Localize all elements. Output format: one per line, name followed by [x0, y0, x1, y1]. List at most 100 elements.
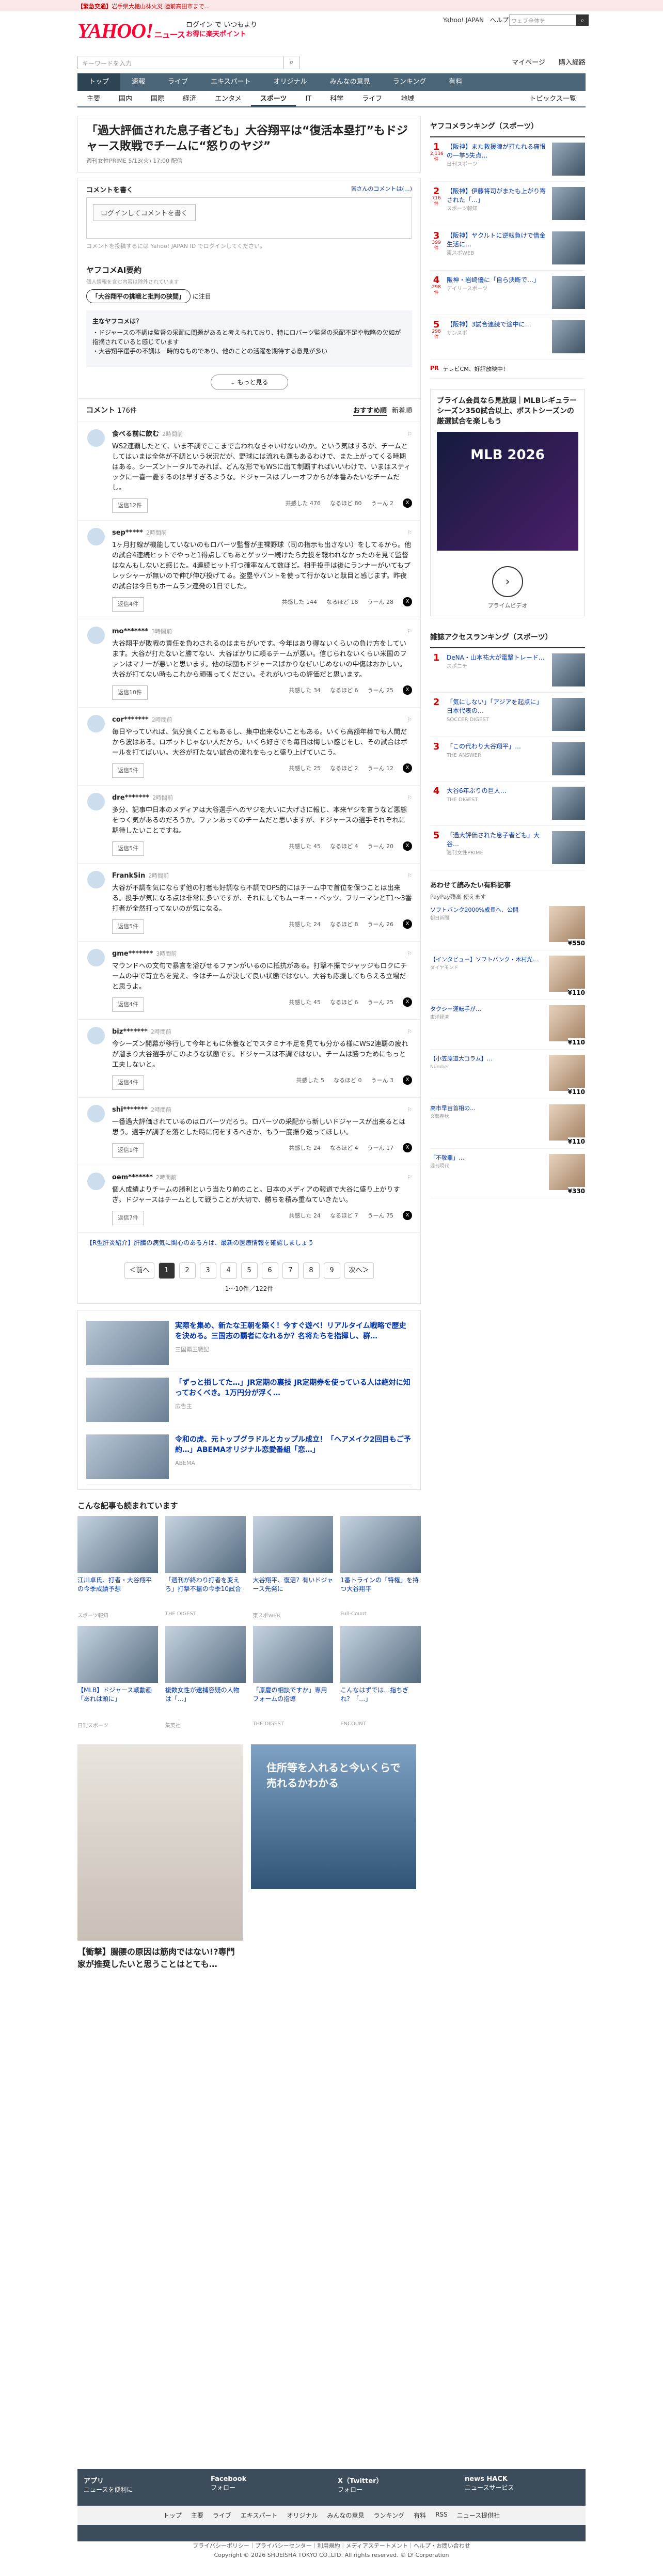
ranking-item[interactable]: 2 716件 【阪神】伊藤将司がまたも上がり寄された「…」 スポーツ報知 — [430, 182, 585, 226]
pager-page[interactable]: 8 — [303, 1262, 320, 1279]
insight-button[interactable]: なるほど 4 — [330, 841, 358, 856]
avatar[interactable] — [87, 429, 105, 447]
related-item[interactable]: 1番トラインの「特権」を持つ大谷翔平 Full-Count — [340, 1516, 421, 1619]
avatar[interactable] — [87, 715, 105, 732]
x-share-icon[interactable]: X — [403, 597, 412, 606]
ai-summary-chip[interactable]: 「大谷翔平の挑戦と批判の狭間」 に注目 — [86, 289, 412, 303]
pager-page[interactable]: 4 — [220, 1262, 237, 1279]
disagree-button[interactable]: うーん 26 — [368, 919, 394, 934]
link-help[interactable]: ヘルプ — [490, 17, 509, 24]
insight-button[interactable]: なるほど 7 — [330, 1211, 358, 1225]
ranking-item[interactable]: 3 「この代わり大谷翔平」… THE ANSWER — [430, 737, 585, 782]
x-share-icon[interactable]: X — [403, 685, 412, 695]
comment-author[interactable]: biz******* — [112, 1028, 148, 1036]
x-share-icon[interactable]: X — [403, 841, 412, 851]
comment-login-box[interactable]: ログインしてコメントを書く — [86, 197, 412, 239]
report-link[interactable]: ⚐ — [407, 715, 412, 725]
disagree-button[interactable]: うーん 17 — [368, 1143, 394, 1158]
header-promo[interactable]: ログイン で いつもより お得に楽天ポイント — [186, 21, 257, 39]
comment-author[interactable]: shi******* — [112, 1106, 148, 1114]
disagree-button[interactable]: うーん 3 — [371, 1075, 394, 1090]
avatar[interactable] — [87, 949, 105, 966]
x-share-icon[interactable]: X — [403, 1211, 412, 1220]
insight-button[interactable]: なるほど 8 — [330, 919, 358, 934]
tab-domestic[interactable]: 国内 — [109, 91, 141, 106]
insight-button[interactable]: なるほど 6 — [330, 997, 358, 1012]
insight-button[interactable]: なるほど 6 — [330, 685, 358, 700]
comment-author[interactable]: 食べる前に飲む — [112, 430, 159, 438]
paid-article-item[interactable]: 高市早苗首相の… 文藝春秋 ¥110 — [430, 1099, 585, 1149]
insight-button[interactable]: なるほど 2 — [330, 763, 358, 778]
reply-button[interactable]: 返信5件 — [112, 919, 144, 934]
footer-app[interactable]: X（Twitter） フォロー — [332, 2469, 459, 2505]
x-share-icon[interactable]: X — [403, 1075, 412, 1085]
big-ad-right[interactable]: 住所等を入れると今いくらで売れるかわかる — [251, 1744, 416, 1889]
paid-article-item[interactable]: 【インタビュー】ソフトバンク・木村光… ダイヤモンド ¥110 — [430, 950, 585, 1000]
tab-main[interactable]: 主要 — [77, 91, 109, 106]
sort-new[interactable]: 新着順 — [392, 407, 412, 415]
report-link[interactable]: ⚐ — [407, 871, 412, 881]
comment-policy-link[interactable]: 皆さんのコメントは(…) — [351, 184, 412, 194]
tab-science[interactable]: 科学 — [321, 91, 353, 106]
ranking-item[interactable]: 2 「気にしない」「アジアを起点に」日本代表の… SOCCER DIGEST — [430, 693, 585, 737]
comment-author[interactable]: dre******* — [112, 794, 149, 802]
empathy-button[interactable]: 共感した 144 — [282, 597, 318, 612]
pr-item[interactable]: PR テレビCM、好評放映中！ — [430, 360, 585, 379]
paid-article-item[interactable]: 【小笠原道大コラム】… Number ¥110 — [430, 1050, 585, 1099]
reply-button[interactable]: 返信4件 — [112, 1075, 144, 1090]
paid-article-item[interactable]: ソフトバンク2000%成長へ、公開 朝日新聞 ¥550 — [430, 901, 585, 950]
reply-button[interactable]: 返信5件 — [112, 763, 144, 778]
play-icon[interactable]: › — [492, 566, 523, 597]
login-to-comment-button[interactable]: ログインしてコメントを書く — [93, 204, 196, 221]
disagree-button[interactable]: うーん 28 — [368, 597, 394, 612]
disagree-button[interactable]: うーん 75 — [368, 1211, 394, 1225]
avatar[interactable] — [87, 528, 105, 545]
empathy-button[interactable]: 共感した 34 — [289, 685, 321, 700]
avatar[interactable] — [87, 1027, 105, 1044]
empathy-button[interactable]: 共感した 476 — [286, 498, 321, 513]
related-item[interactable]: 【MLB】ドジャース戦動画「あれは頭に」 日刊スポーツ — [77, 1626, 158, 1729]
tab-sports[interactable]: スポーツ — [250, 91, 296, 106]
report-link[interactable]: ⚐ — [407, 1105, 412, 1115]
pager-page[interactable]: 9 — [323, 1262, 340, 1279]
sort-recommended[interactable]: おすすめ順 — [353, 407, 387, 416]
x-share-icon[interactable]: X — [403, 763, 412, 773]
avatar[interactable] — [87, 627, 105, 644]
footer-link[interactable]: 有料 — [414, 2511, 426, 2520]
footer-link[interactable]: トップ — [163, 2511, 182, 2520]
report-link[interactable]: ⚐ — [407, 793, 412, 803]
disagree-button[interactable]: うーん 2 — [371, 498, 394, 513]
nav-opinion[interactable]: みんなの意見 — [319, 73, 382, 91]
reply-button[interactable]: 返信12件 — [112, 498, 148, 513]
pager-page[interactable]: 1 — [158, 1262, 175, 1279]
tab-local[interactable]: 地域 — [391, 91, 423, 106]
ranking-item[interactable]: 5 「過大評価された息子者ども」大谷… 週刊女性PRIME — [430, 826, 585, 870]
reply-button[interactable]: 返信5件 — [112, 841, 144, 856]
nav-ranking[interactable]: ランキング — [382, 73, 438, 91]
link-mypage[interactable]: マイページ — [512, 59, 545, 67]
link-purchase[interactable]: 購入経路 — [559, 59, 586, 67]
comment-author[interactable]: gme******* — [112, 950, 153, 958]
related-item[interactable]: こんなはずでは…指ちぎれ？「…」 ENCOUNT — [340, 1626, 421, 1729]
reply-button[interactable]: 返信10件 — [112, 685, 148, 700]
ranking-item[interactable]: 4 大谷6年ぶりの巨人… THE DIGEST — [430, 782, 585, 826]
search-icon[interactable]: ⌕ — [576, 14, 589, 26]
disagree-button[interactable]: うーん 20 — [368, 841, 394, 856]
related-item[interactable]: 「週刊が終わり打者を変えろ」打撃不振の今季10試合 THE DIGEST — [165, 1516, 246, 1619]
x-share-icon[interactable]: X — [403, 997, 412, 1007]
footer-link[interactable]: 主要 — [191, 2511, 203, 2520]
expert-note[interactable]: 【R型肝炎紹介】肝臓の病気に関心のある方は、最新の医療情報を確認しましょう — [78, 1233, 420, 1252]
ranking-item[interactable]: 1 DeNA・山本祐大が電撃トレード… スポニチ — [430, 648, 585, 693]
footer-link[interactable]: エキスパート — [241, 2511, 278, 2520]
reply-button[interactable]: 返信7件 — [112, 1211, 144, 1225]
footer-link[interactable]: ライブ — [213, 2511, 231, 2520]
nav-breaking[interactable]: 速報 — [120, 73, 156, 91]
comment-author[interactable]: cor******* — [112, 716, 149, 724]
tab-economy[interactable]: 経済 — [173, 91, 206, 106]
related-item[interactable]: 江川卓氏、打者・大谷翔平の今季成績予想 スポーツ報知 — [77, 1516, 158, 1619]
ad-item[interactable]: 実際を集め、新たな王朝を築く！今すぐ遊べ！リアルタイム戦略で歴史を決める。三国志… — [86, 1315, 412, 1371]
keyword-search-icon[interactable]: ⌕ — [284, 56, 299, 69]
comment-author[interactable]: sep***** — [112, 529, 143, 537]
footer-app[interactable]: news HACK ニュースサービス — [459, 2469, 586, 2505]
disagree-button[interactable]: うーん 12 — [368, 763, 394, 778]
